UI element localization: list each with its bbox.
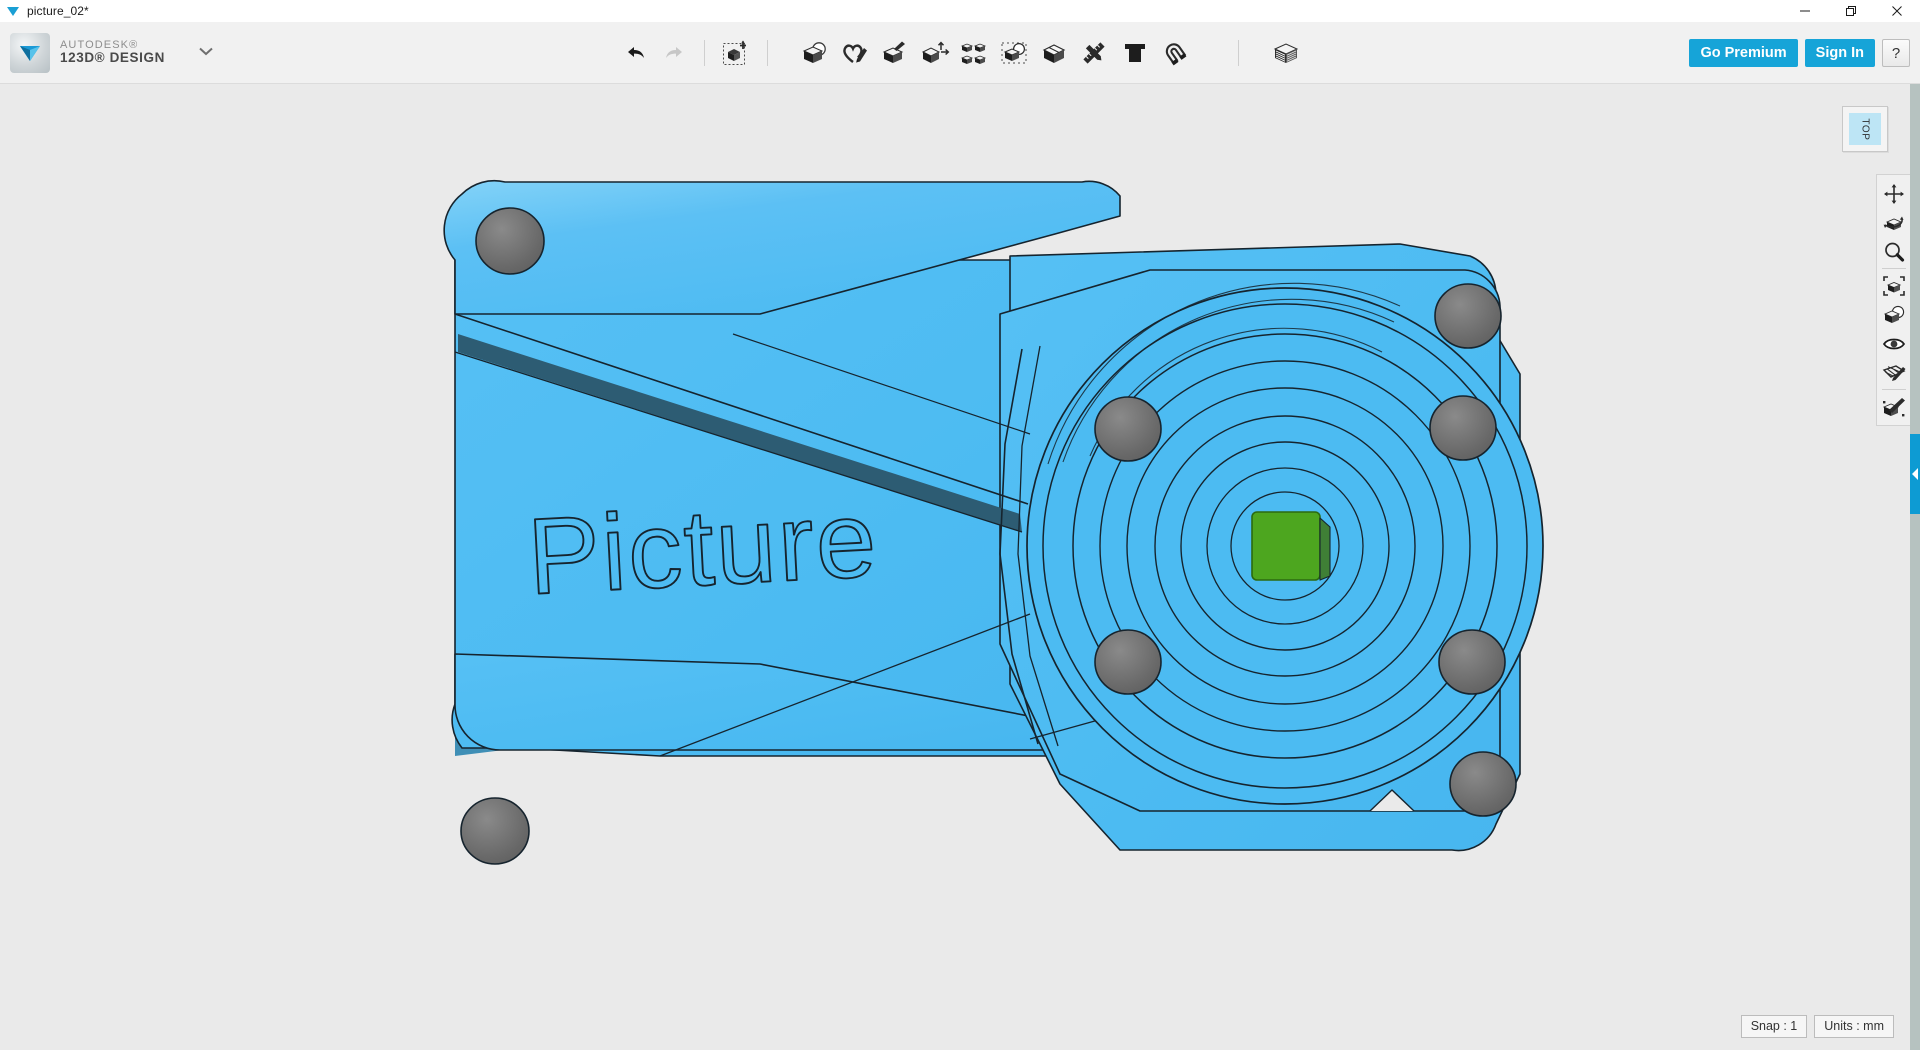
grid-snap-tool[interactable] [1877,358,1911,387]
combine-tool[interactable] [1035,31,1075,75]
chevron-left-icon [1912,468,1918,480]
restore-button[interactable] [1828,0,1874,22]
layers-tool[interactable] [1266,31,1306,75]
selected-face [1251,511,1321,581]
units-status[interactable]: Units : mm [1814,1015,1894,1038]
help-button[interactable]: ? [1882,39,1910,67]
hole [1094,629,1162,695]
primitives-tool[interactable] [795,31,835,75]
construct-tool[interactable] [875,31,915,75]
redo-button[interactable] [655,31,695,75]
window-title-bar: picture_02* [0,0,1920,22]
view-cube-top-face[interactable]: TOP [1849,113,1881,145]
pattern-tool[interactable] [955,31,995,75]
hole [1449,751,1517,817]
view-cube-label: TOP [1859,117,1871,141]
smart-scale-tool[interactable] [1877,392,1911,421]
orbit-tool[interactable] [1877,208,1911,237]
toolbar-separator [1237,40,1239,66]
display-mode-tool[interactable] [1877,300,1911,329]
hole [1438,629,1506,695]
fit-tool[interactable] [1877,271,1911,300]
brand-text: AUTODESK® 123D® DESIGN [60,39,165,66]
hole [475,207,545,275]
account-actions: Go Premium Sign In ? [1689,22,1910,84]
picture-frame-bracket-model[interactable]: Picture [0,84,1920,1050]
go-premium-button[interactable]: Go Premium [1689,39,1798,67]
right-edge-strip [1910,84,1920,1050]
pan-tool[interactable] [1877,179,1911,208]
status-bar: Snap : 1 Units : mm [1740,1015,1894,1038]
hole [1429,395,1497,461]
visibility-tool[interactable] [1877,329,1911,358]
zoom-tool[interactable] [1877,237,1911,266]
document-title: picture_02* [27,4,89,18]
modify-tool[interactable] [915,31,955,75]
close-button[interactable] [1874,0,1920,22]
measure-tool[interactable] [1075,31,1115,75]
view-cube[interactable]: TOP [1842,106,1888,152]
brand-block[interactable]: AUTODESK® 123D® DESIGN [0,32,215,73]
sketch-tool[interactable] [835,31,875,75]
sign-in-button[interactable]: Sign In [1804,39,1875,67]
hole [1094,396,1162,462]
snap-status[interactable]: Snap : 1 [1740,1015,1808,1038]
right-panel-expander[interactable] [1910,434,1920,514]
navigation-toolbar [1876,174,1912,426]
chevron-down-icon[interactable] [197,44,215,62]
window-controls [1782,0,1920,22]
brand-line-product: 123D® DESIGN [60,50,165,66]
title-bar-left: picture_02* [0,4,89,18]
undo-button[interactable] [615,31,655,75]
engraved-text: Picture [525,478,881,617]
minimize-button[interactable] [1782,0,1828,22]
text-tool[interactable] [1115,31,1155,75]
toolbar-separator [766,40,768,66]
transform-tool[interactable] [714,31,758,75]
snap-tool[interactable] [1155,31,1195,75]
autodesk-123d-logo-icon[interactable] [10,32,50,73]
3d-viewport[interactable]: Picture TOP Snap: 1 Units: mm [0,84,1920,1050]
autodesk-triangle-icon [6,4,20,18]
grouping-tool[interactable] [995,31,1035,75]
navbar-separator [1882,389,1906,390]
hole [1434,283,1502,349]
toolbar-separator [703,40,705,66]
hole [460,797,530,865]
navbar-separator [1882,268,1906,269]
